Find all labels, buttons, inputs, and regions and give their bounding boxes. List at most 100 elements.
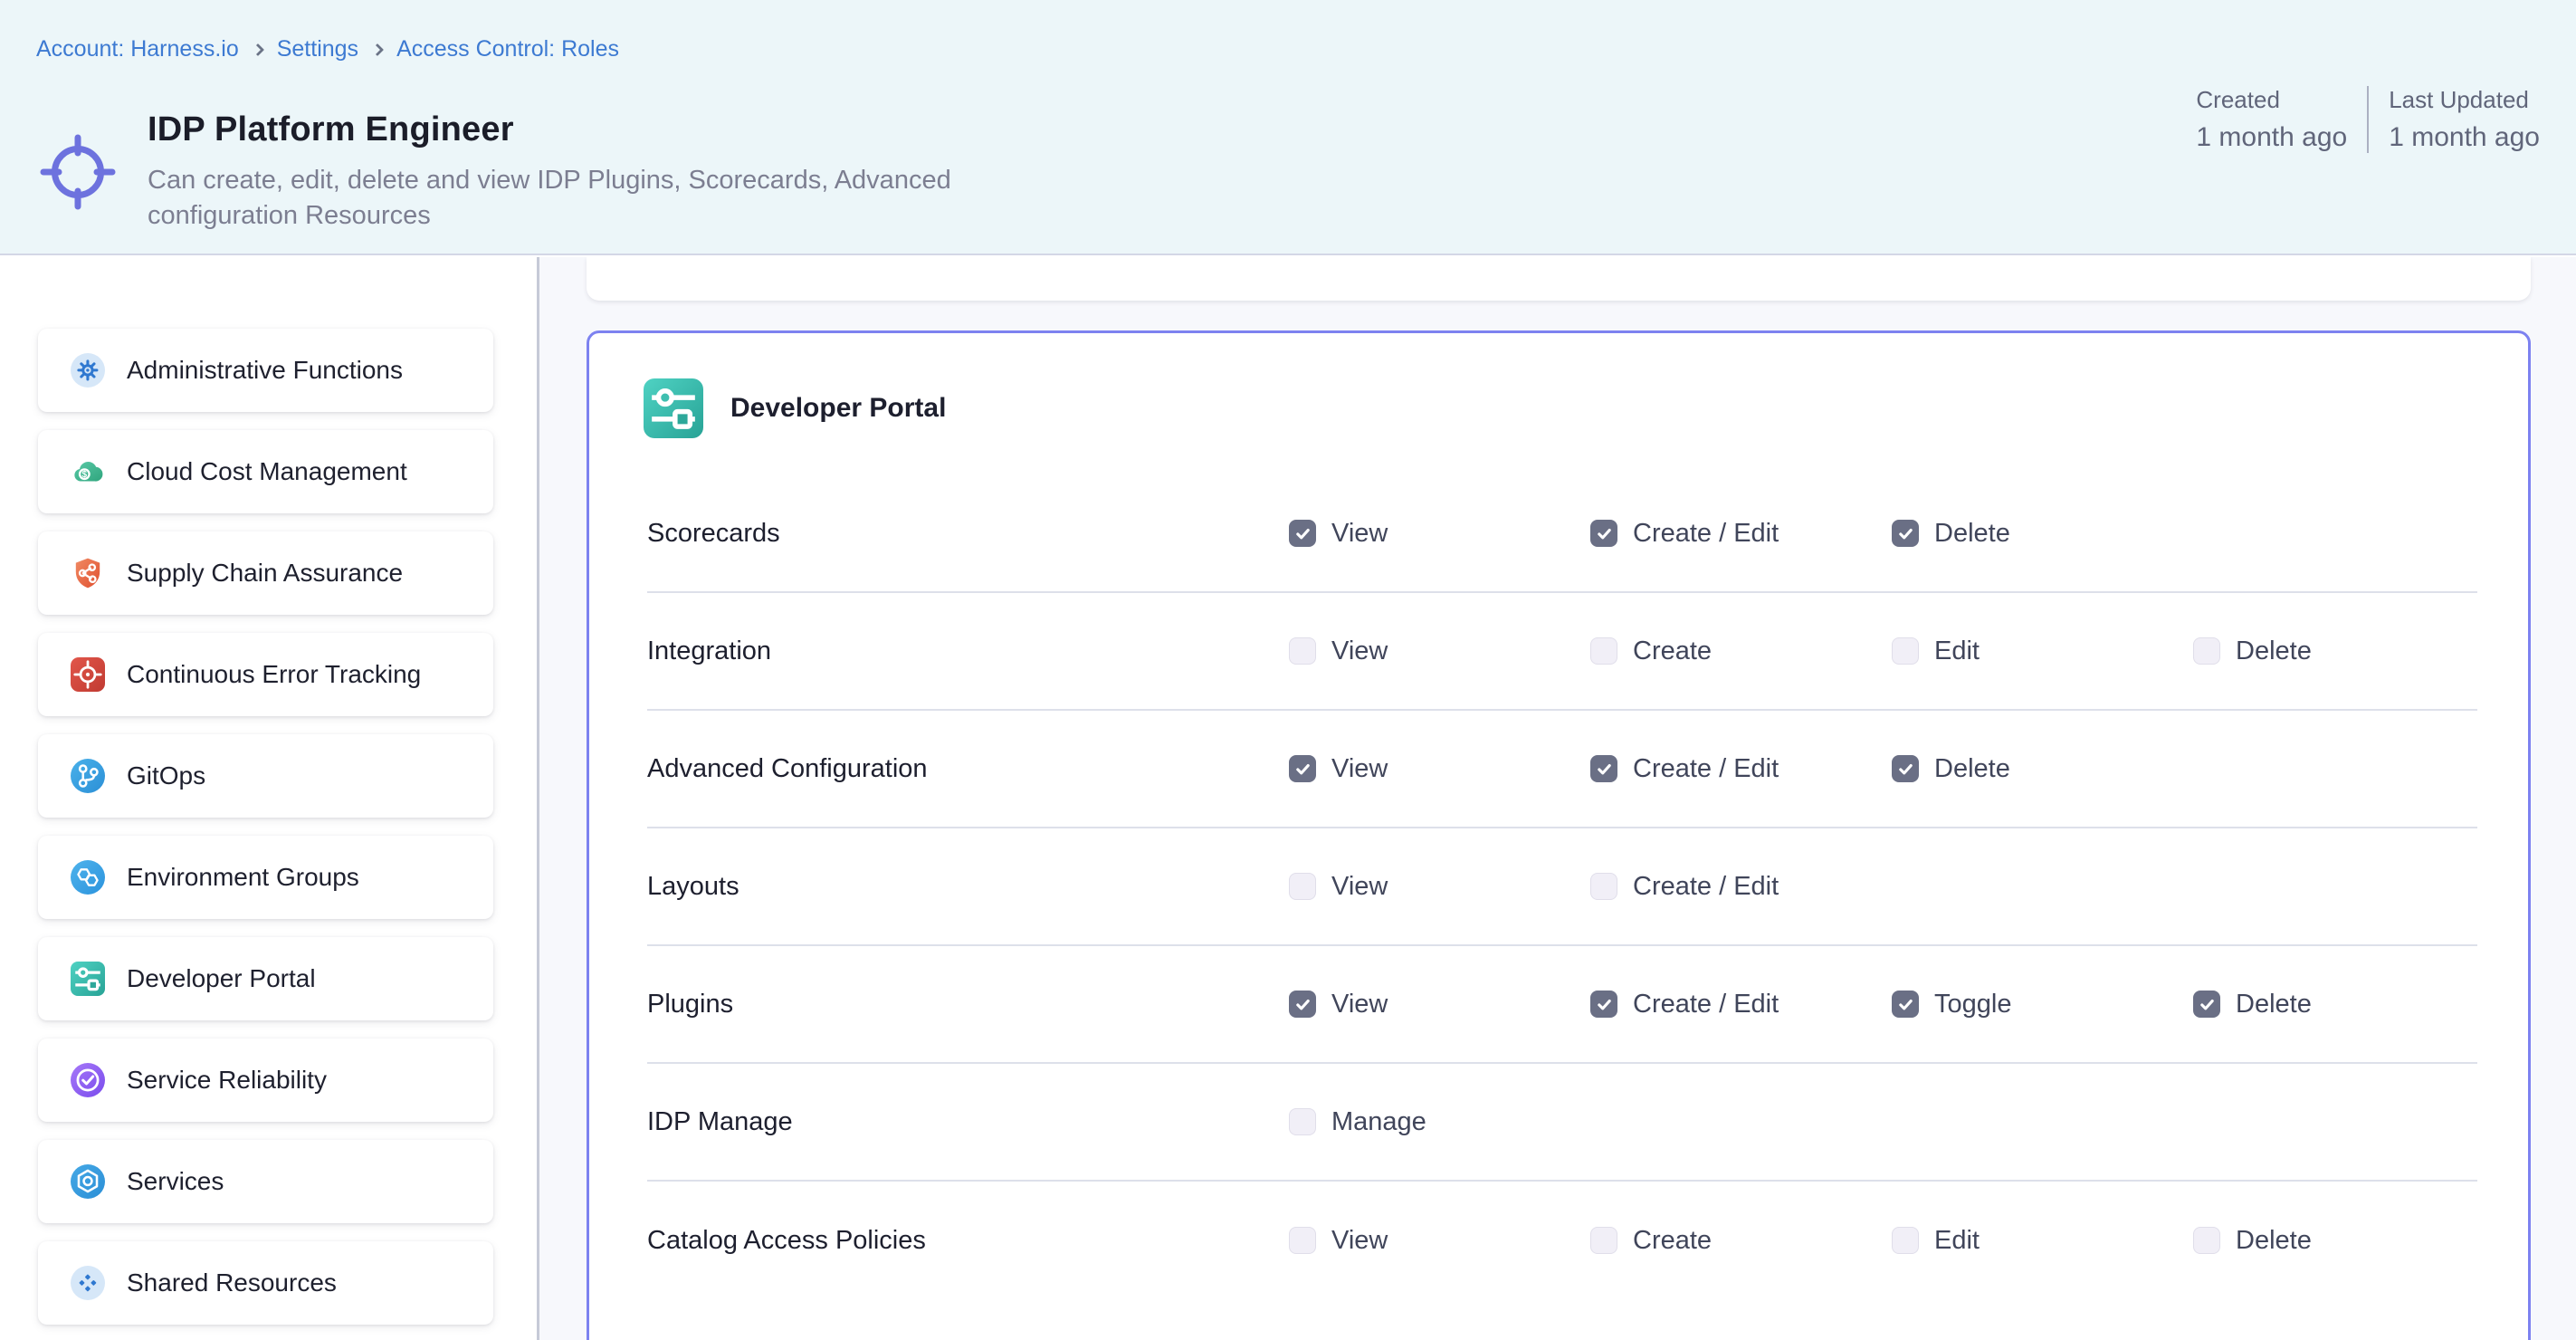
sidebar-item-label: Shared Resources: [127, 1268, 337, 1297]
sidebar-item-label: Services: [127, 1167, 224, 1196]
checkbox-catalog-access-policies-view[interactable]: [1289, 1227, 1316, 1254]
permission-label: Edit: [1934, 636, 1980, 666]
checkbox-layouts-create-edit[interactable]: [1590, 873, 1617, 900]
checkbox-integration-view[interactable]: [1289, 637, 1316, 665]
checkbox-integration-create[interactable]: [1590, 637, 1617, 665]
permission-label: Edit: [1934, 1226, 1980, 1256]
developer-portal-panel: Developer Portal Scorecards View Create …: [587, 330, 2531, 1340]
hexagon-group-icon: [71, 860, 105, 895]
checkbox-advanced-configuration-delete[interactable]: [1892, 755, 1919, 782]
permission-label: Delete: [2236, 990, 2312, 1019]
permission-row-advanced-configuration: Advanced Configuration View Create / Edi…: [647, 711, 2477, 828]
permission-option: Delete: [1892, 519, 2193, 549]
shield-network-icon: [71, 556, 105, 590]
permission-option: Manage: [1289, 1107, 1590, 1137]
last-updated-value: 1 month ago: [2389, 122, 2540, 153]
role-meta: Created 1 month ago Last Updated 1 month…: [2196, 86, 2540, 153]
permission-row-idp-manage: IDP Manage Manage: [647, 1064, 2477, 1182]
checkbox-scorecards-delete[interactable]: [1892, 520, 1919, 547]
sidebar-item-administrative-functions[interactable]: Administrative Functions: [38, 329, 493, 412]
sidebar-item-service-reliability[interactable]: Service Reliability: [38, 1038, 493, 1122]
checkbox-catalog-access-policies-create[interactable]: [1590, 1227, 1617, 1254]
permission-row-label: Plugins: [647, 990, 1289, 1019]
checkbox-integration-edit[interactable]: [1892, 637, 1919, 665]
permission-option: Toggle: [1892, 990, 2193, 1019]
checkbox-plugins-view[interactable]: [1289, 991, 1316, 1018]
checkbox-integration-delete[interactable]: [2193, 637, 2220, 665]
roles-detail-screen: Account: Harness.io Settings Access Cont…: [0, 0, 2576, 1340]
sidebar-item-label: GitOps: [127, 761, 205, 790]
permission-label: Create: [1633, 636, 1712, 666]
checkbox-catalog-access-policies-delete[interactable]: [2193, 1227, 2220, 1254]
permission-label: Delete: [1934, 754, 2010, 784]
error-target-icon: [71, 657, 105, 692]
sidebar-item-gitops[interactable]: GitOps: [38, 734, 493, 818]
sidebar-item-label: Supply Chain Assurance: [127, 559, 403, 588]
sidebar-item-developer-portal[interactable]: Developer Portal: [38, 937, 493, 1020]
permissions-scroll-area[interactable]: Developer Portal Scorecards View Create …: [539, 257, 2576, 1340]
service-hex-icon: [71, 1164, 105, 1199]
permission-label: Delete: [1934, 519, 2010, 549]
permission-label: Manage: [1331, 1107, 1426, 1137]
sidebar-item-label: Administrative Functions: [127, 356, 403, 385]
sidebar-item-continuous-error-tracking[interactable]: Continuous Error Tracking: [38, 633, 493, 716]
permission-option: View: [1289, 636, 1590, 666]
permission-label: View: [1331, 519, 1388, 549]
permission-label: Create / Edit: [1633, 754, 1779, 784]
sidebar-item-services[interactable]: Services: [38, 1140, 493, 1223]
sidebar-item-shared-resources[interactable]: Shared Resources: [38, 1241, 493, 1325]
checkbox-idp-manage-manage[interactable]: [1289, 1108, 1316, 1135]
permission-label: Create / Edit: [1633, 872, 1779, 902]
panel-header: Developer Portal: [589, 333, 2528, 438]
permission-label: View: [1331, 636, 1388, 666]
permission-label: Create: [1633, 1226, 1712, 1256]
permission-row-plugins: Plugins View Create / Edit Toggle Delete: [647, 946, 2477, 1064]
checkbox-plugins-create-edit[interactable]: [1590, 991, 1617, 1018]
previous-resource-card: [587, 257, 2531, 301]
shared-diamonds-icon: [71, 1266, 105, 1300]
sidebar-item-supply-chain-assurance[interactable]: Supply Chain Assurance: [38, 531, 493, 615]
permission-option: Delete: [2193, 636, 2477, 666]
permission-option: View: [1289, 519, 1590, 549]
checkbox-scorecards-create-edit[interactable]: [1590, 520, 1617, 547]
checkbox-advanced-configuration-view[interactable]: [1289, 755, 1316, 782]
permission-option: Edit: [1892, 636, 2193, 666]
permission-row-catalog-access-policies: Catalog Access Policies View Create Edit…: [647, 1182, 2477, 1299]
checkbox-advanced-configuration-create-edit[interactable]: [1590, 755, 1617, 782]
gear-icon: [71, 353, 105, 388]
permission-label: Delete: [2236, 1226, 2312, 1256]
panel-title: Developer Portal: [730, 393, 946, 424]
sidebar-item-label: Developer Portal: [127, 964, 316, 993]
sidebar-item-label: Service Reliability: [127, 1066, 327, 1095]
checkbox-layouts-view[interactable]: [1289, 873, 1316, 900]
checkbox-scorecards-view[interactable]: [1289, 520, 1316, 547]
sidebar-item-environment-groups[interactable]: Environment Groups: [38, 836, 493, 919]
last-updated-label: Last Updated: [2389, 86, 2540, 114]
checkbox-plugins-toggle[interactable]: [1892, 991, 1919, 1018]
breadcrumb-settings-link[interactable]: Settings: [277, 36, 358, 62]
chevron-right-icon: [371, 43, 384, 55]
permission-row-label: Advanced Configuration: [647, 754, 1289, 784]
last-updated-meta: Last Updated 1 month ago: [2389, 86, 2540, 153]
reliability-check-icon: [71, 1063, 105, 1097]
permission-label: Create / Edit: [1633, 990, 1779, 1019]
permission-option: Create: [1590, 1226, 1892, 1256]
checkbox-plugins-delete[interactable]: [2193, 991, 2220, 1018]
sidebar-item-cloud-cost-management[interactable]: $ Cloud Cost Management: [38, 430, 493, 513]
permission-option: Create / Edit: [1590, 754, 1892, 784]
breadcrumb-roles-link[interactable]: Access Control: Roles: [396, 36, 619, 62]
page-title: IDP Platform Engineer: [148, 110, 514, 149]
permission-label: View: [1331, 872, 1388, 902]
permission-row-label: Catalog Access Policies: [647, 1226, 1289, 1256]
permission-option: View: [1289, 754, 1590, 784]
sidebar-item-label: Continuous Error Tracking: [127, 660, 421, 689]
permission-label: Create / Edit: [1633, 519, 1779, 549]
permission-row-scorecards: Scorecards View Create / Edit Delete: [647, 475, 2477, 593]
checkbox-catalog-access-policies-edit[interactable]: [1892, 1227, 1919, 1254]
permission-option: Delete: [1892, 754, 2193, 784]
permission-option: View: [1289, 1226, 1590, 1256]
permission-option: Create / Edit: [1590, 519, 1892, 549]
created-value: 1 month ago: [2196, 122, 2347, 153]
breadcrumb-account-link[interactable]: Account: Harness.io: [36, 36, 239, 62]
permission-option: Edit: [1892, 1226, 2193, 1256]
